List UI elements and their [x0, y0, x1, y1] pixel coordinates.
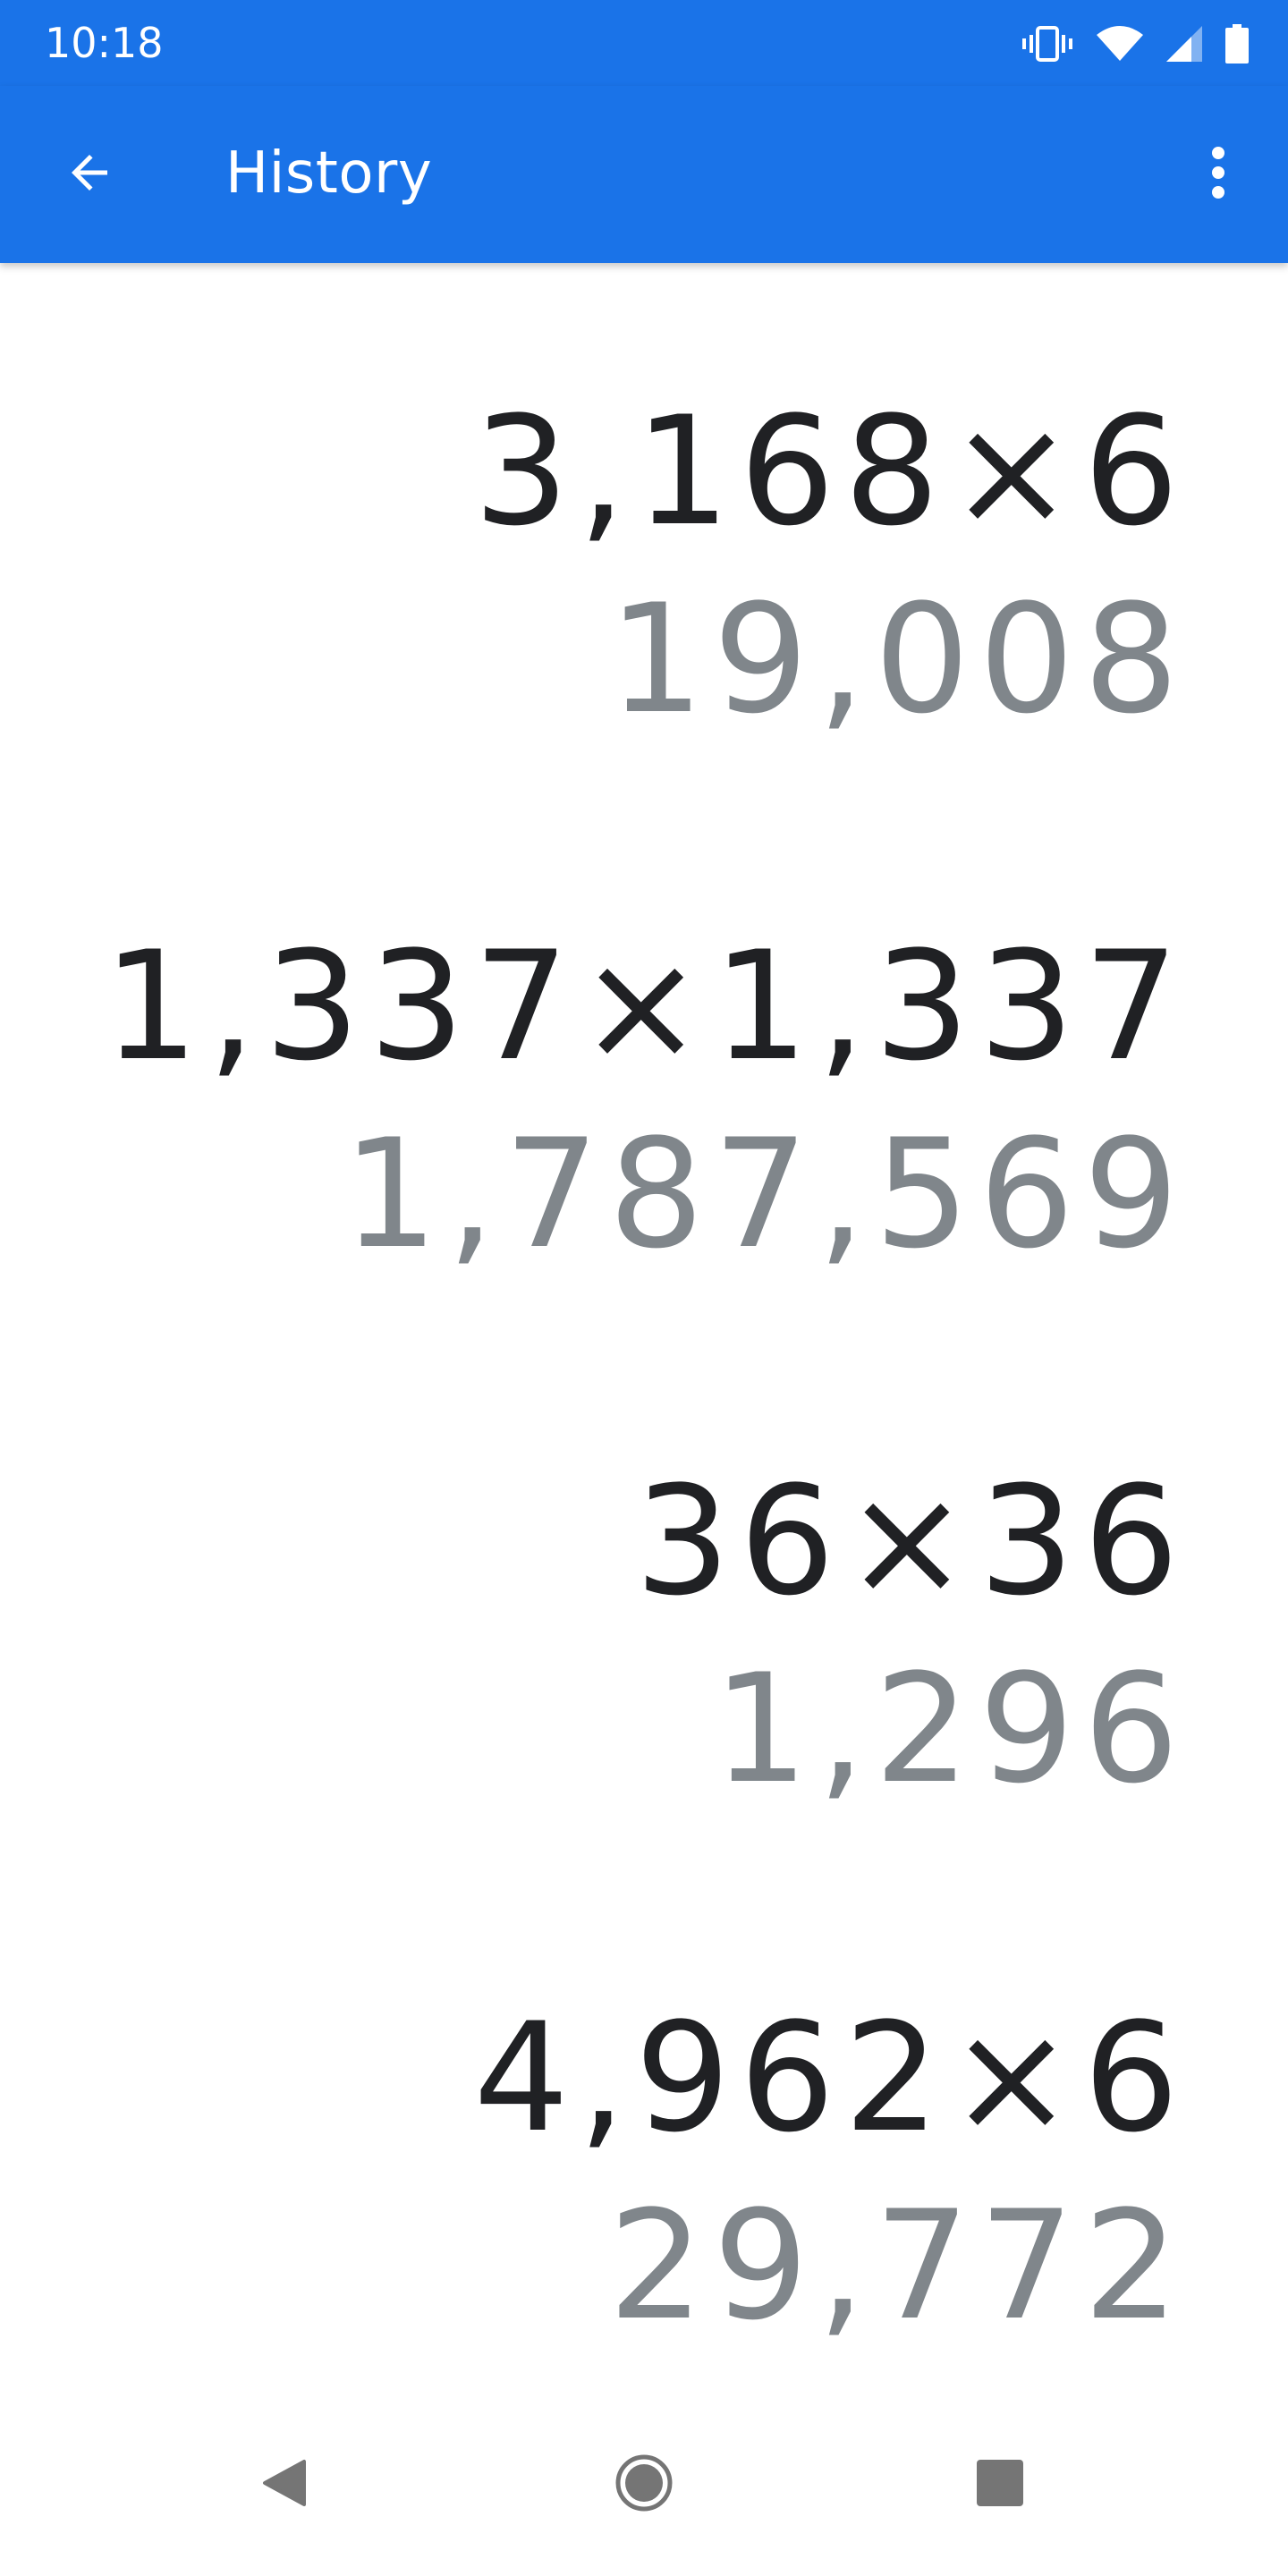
battery-icon	[1225, 24, 1249, 64]
app-bar: History	[0, 86, 1288, 263]
history-item[interactable]: 3,168×6 19,008	[52, 377, 1179, 753]
status-icons	[1021, 20, 1249, 68]
history-expression[interactable]: 36×36	[52, 1447, 1188, 1635]
history-expression[interactable]: 3,168×6	[52, 377, 1188, 565]
history-item[interactable]: 4,962×6 29,772	[52, 1984, 1179, 2360]
home-circle-icon	[614, 2453, 674, 2516]
more-vert-icon	[1209, 146, 1227, 203]
status-time: 10:18	[45, 19, 164, 67]
history-item[interactable]: 36×36 1,296	[52, 1447, 1179, 1823]
arrow-back-icon	[63, 146, 116, 203]
nav-back-button[interactable]	[240, 2440, 329, 2529]
history-result[interactable]: 19,008	[52, 565, 1188, 753]
back-button[interactable]	[47, 131, 132, 217]
cell-signal-icon	[1166, 26, 1202, 62]
calculator-history-screen: 10:18 History 3,168×6 19,008 1,337×1,337…	[0, 0, 1288, 2576]
history-result[interactable]: 1,296	[52, 1635, 1188, 1823]
page-title: History	[225, 140, 433, 207]
navigation-bar	[0, 2394, 1288, 2576]
wifi-icon	[1097, 26, 1143, 62]
history-result[interactable]: 29,772	[52, 2172, 1188, 2360]
nav-recents-button[interactable]	[955, 2440, 1045, 2529]
history-result[interactable]: 1,787,569	[52, 1100, 1188, 1288]
recents-square-icon	[975, 2458, 1025, 2512]
status-bar: 10:18	[0, 0, 1288, 86]
vibrate-icon	[1021, 26, 1073, 62]
history-expression[interactable]: 4,962×6	[52, 1984, 1188, 2172]
history-expression[interactable]: 1,337×1,337	[52, 912, 1188, 1100]
history-item[interactable]: 1,337×1,337 1,787,569	[52, 912, 1179, 1288]
history-list[interactable]: 3,168×6 19,008 1,337×1,337 1,787,569 36×…	[0, 263, 1288, 2392]
back-triangle-icon	[258, 2456, 311, 2513]
overflow-menu-button[interactable]	[1175, 131, 1261, 217]
nav-home-button[interactable]	[599, 2440, 689, 2529]
